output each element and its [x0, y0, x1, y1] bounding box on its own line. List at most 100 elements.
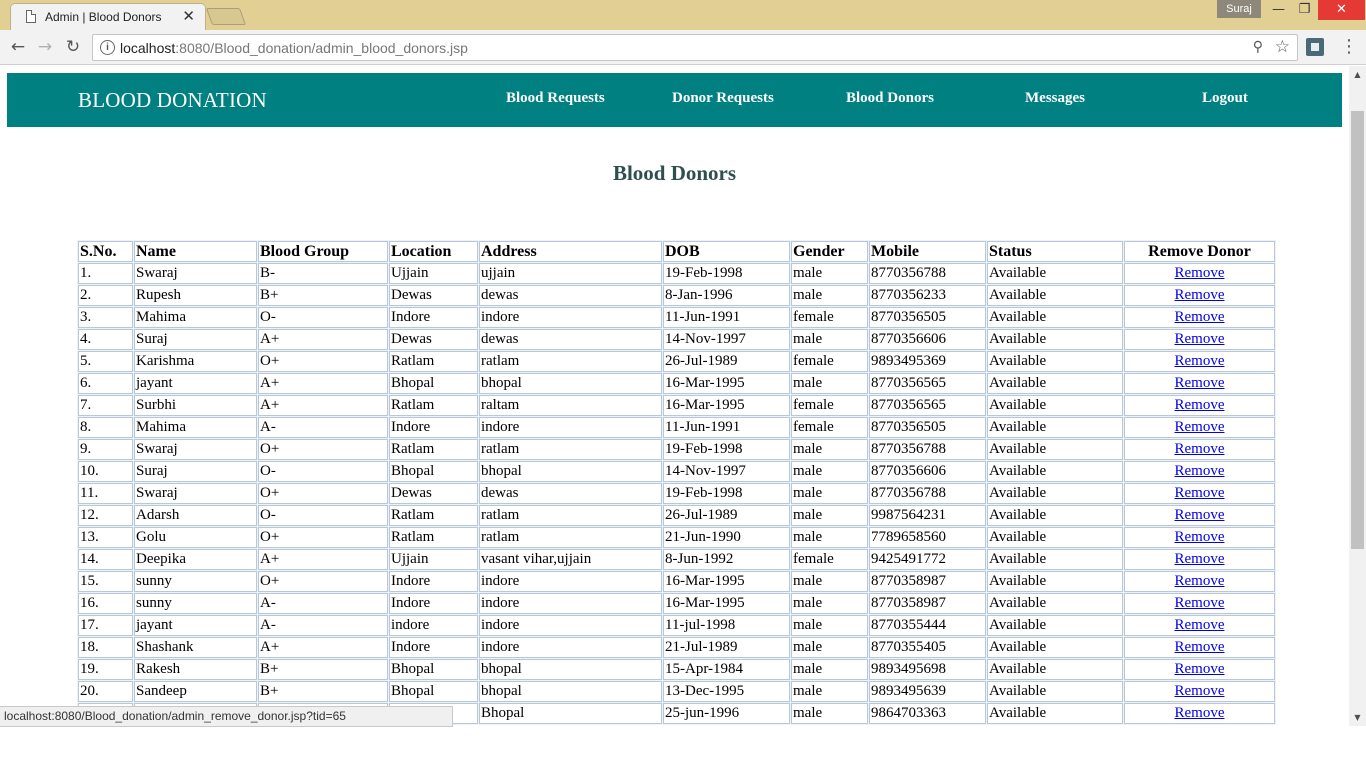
nav-blood-requests[interactable]: Blood Requests — [506, 90, 605, 107]
cell-remove: Remove — [1124, 593, 1275, 614]
cell-name: sunny — [134, 571, 257, 592]
forward-icon[interactable]: → — [33, 35, 57, 59]
cell-sno: 2. — [78, 285, 133, 306]
nav-donor-requests[interactable]: Donor Requests — [672, 90, 774, 107]
menu-icon[interactable]: ⋮ — [1340, 36, 1358, 60]
remove-donor-link[interactable]: Remove — [1175, 265, 1225, 281]
cell-gender: male — [791, 659, 868, 680]
cell-remove: Remove — [1124, 703, 1275, 724]
cell-mobile: 8770356606 — [869, 461, 986, 482]
cell-mobile: 8770356565 — [869, 395, 986, 416]
cell-remove: Remove — [1124, 285, 1275, 306]
column-header: Blood Group — [258, 241, 388, 262]
remove-donor-link[interactable]: Remove — [1175, 485, 1225, 501]
cell-status: Available — [987, 527, 1123, 548]
profile-badge[interactable]: Suraj — [1217, 0, 1261, 18]
cell-remove: Remove — [1124, 395, 1275, 416]
cell-sno: 16. — [78, 593, 133, 614]
cell-location: Bhopal — [389, 373, 478, 394]
remove-donor-link[interactable]: Remove — [1175, 529, 1225, 545]
cell-blood-group: B- — [258, 263, 388, 284]
cell-remove: Remove — [1124, 549, 1275, 570]
remove-donor-link[interactable]: Remove — [1175, 287, 1225, 303]
url-text[interactable]: localhost:8080/Blood_donation/admin_bloo… — [120, 40, 468, 56]
cell-status: Available — [987, 571, 1123, 592]
cell-address: ujjain — [479, 263, 662, 284]
scroll-up-icon[interactable]: ▲ — [1349, 66, 1366, 83]
cell-location: Ratlam — [389, 527, 478, 548]
info-icon[interactable]: i — [100, 40, 115, 55]
page-icon — [26, 10, 36, 23]
cell-mobile: 9864703363 — [869, 703, 986, 724]
remove-donor-link[interactable]: Remove — [1175, 441, 1225, 457]
cell-mobile: 8770358987 — [869, 571, 986, 592]
cell-name: Swaraj — [134, 439, 257, 460]
remove-donor-link[interactable]: Remove — [1175, 551, 1225, 567]
nav-blood-donors[interactable]: Blood Donors — [846, 90, 934, 107]
restore-button[interactable]: ❐ — [1291, 0, 1318, 20]
cell-dob: 16-Mar-1995 — [663, 395, 790, 416]
cell-location: Bhopal — [389, 681, 478, 702]
cell-name: Golu — [134, 527, 257, 548]
cell-mobile: 8770356788 — [869, 263, 986, 284]
new-tab-button[interactable] — [205, 8, 247, 25]
cell-sno: 20. — [78, 681, 133, 702]
remove-donor-link[interactable]: Remove — [1175, 397, 1225, 413]
cell-address: indore — [479, 571, 662, 592]
cell-gender: male — [791, 571, 868, 592]
remove-donor-link[interactable]: Remove — [1175, 331, 1225, 347]
column-header: Gender — [791, 241, 868, 262]
cell-status: Available — [987, 461, 1123, 482]
cell-remove: Remove — [1124, 483, 1275, 504]
minimize-button[interactable]: — — [1265, 0, 1292, 20]
cell-address: dewas — [479, 329, 662, 350]
nav-logout[interactable]: Logout — [1202, 90, 1248, 107]
nav-messages[interactable]: Messages — [1025, 90, 1085, 107]
remove-donor-link[interactable]: Remove — [1175, 617, 1225, 633]
remove-donor-link[interactable]: Remove — [1175, 639, 1225, 655]
brand-logo[interactable]: BLOOD DONATION — [78, 88, 267, 113]
remove-donor-link[interactable]: Remove — [1175, 595, 1225, 611]
remove-donor-link[interactable]: Remove — [1175, 353, 1225, 369]
remove-donor-link[interactable]: Remove — [1175, 309, 1225, 325]
address-bar[interactable]: i localhost:8080/Blood_donation/admin_bl… — [92, 34, 1298, 61]
remove-donor-link[interactable]: Remove — [1175, 683, 1225, 699]
remove-donor-link[interactable]: Remove — [1175, 375, 1225, 391]
remove-donor-link[interactable]: Remove — [1175, 573, 1225, 589]
scroll-down-icon[interactable]: ▼ — [1349, 709, 1366, 726]
close-window-button[interactable]: ✕ — [1318, 0, 1365, 20]
page-viewport: BLOOD DONATION Blood Requests Donor Requ… — [0, 66, 1349, 726]
tab-close-icon[interactable]: ✕ — [182, 7, 195, 25]
cell-blood-group: A- — [258, 615, 388, 636]
extension-icon[interactable] — [1306, 38, 1324, 56]
cell-address: indore — [479, 417, 662, 438]
reload-icon[interactable]: ↻ — [61, 35, 85, 59]
table-row: 3. Mahima O- Indore indore 11-Jun-1991 female 8… — [78, 307, 1275, 328]
table-row: 10. Suraj O- Bhopal bhopal 14-Nov-1997 male 877… — [78, 461, 1275, 482]
remove-donor-link[interactable]: Remove — [1175, 463, 1225, 479]
remove-donor-link[interactable]: Remove — [1175, 705, 1225, 721]
remove-donor-link[interactable]: Remove — [1175, 661, 1225, 677]
cell-remove: Remove — [1124, 263, 1275, 284]
cell-sno: 7. — [78, 395, 133, 416]
cell-name: Rupesh — [134, 285, 257, 306]
page-scrollbar[interactable]: ▲ ▼ — [1349, 66, 1366, 726]
column-header: S.No. — [78, 241, 133, 262]
column-header: Address — [479, 241, 662, 262]
zoom-icon[interactable]: ⚲ — [1253, 39, 1263, 55]
donors-table: S.No. Name Blood Group Location Address … — [77, 240, 1276, 725]
remove-donor-link[interactable]: Remove — [1175, 419, 1225, 435]
back-icon[interactable]: ← — [6, 35, 30, 59]
site-header: BLOOD DONATION Blood Requests Donor Requ… — [7, 73, 1342, 127]
cell-dob: 11-Jun-1991 — [663, 417, 790, 438]
scroll-thumb[interactable] — [1351, 111, 1364, 549]
star-icon[interactable]: ☆ — [1275, 37, 1290, 57]
cell-address: dewas — [479, 285, 662, 306]
column-header: Name — [134, 241, 257, 262]
cell-name: Swaraj — [134, 263, 257, 284]
browser-tab[interactable]: Admin | Blood Donors ✕ — [10, 3, 206, 30]
remove-donor-link[interactable]: Remove — [1175, 507, 1225, 523]
cell-address: bhopal — [479, 373, 662, 394]
cell-status: Available — [987, 351, 1123, 372]
cell-status: Available — [987, 615, 1123, 636]
